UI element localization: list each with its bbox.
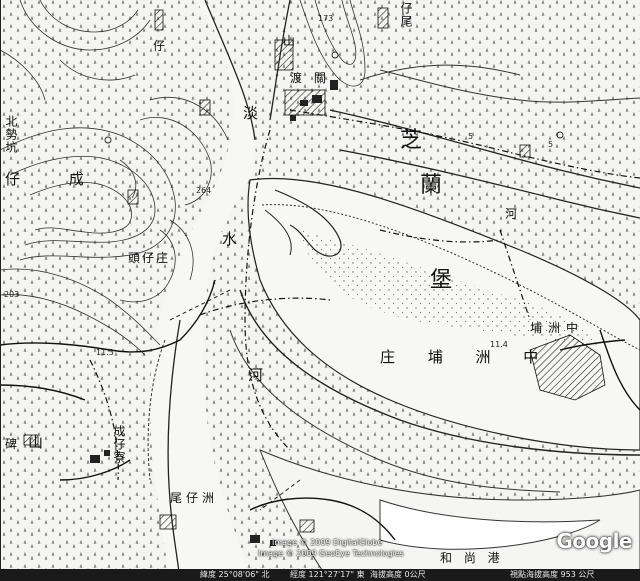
label-toutsaizhuang: 頭仔庄 — [128, 251, 171, 265]
label-lan: 蘭 — [420, 173, 443, 198]
label-bao: 堡 — [430, 268, 453, 293]
label-shui: 水 — [222, 230, 238, 248]
label-shan-left: 山 — [28, 433, 44, 451]
status-elevation: 海拔高度 0公尺 — [370, 570, 426, 579]
status-bar: 緯度 25°08'06" 北 經度 121°27'17" 東 海拔高度 0公尺 … — [0, 569, 640, 581]
label-zai-top: 仔 — [153, 39, 166, 53]
label-he-lower: 河 — [248, 366, 264, 384]
label-zaiwei-top: 仔尾 — [399, 2, 413, 28]
elevation-5: 5 — [548, 140, 554, 149]
credit-digitalglobe: Image © 2009 DigitalGlobe — [272, 538, 383, 547]
label-guandu: 渡 關 — [290, 71, 330, 85]
label-zhongzhoupu-zhuang: 庄 埔 洲 中 — [380, 348, 553, 366]
label-chengzaiyuan: 成仔寮 — [112, 425, 126, 464]
map-view[interactable]: 芝 蘭 堡 庄 埔 洲 中 埔洲中 水 淡 河 河 北勢坑 仔 成 頭仔庄 成仔… — [0, 0, 640, 581]
elevation-264: 264 — [196, 186, 212, 195]
topographic-map-artwork — [0, 0, 640, 581]
status-latitude: 緯度 25°08'06" 北 — [200, 570, 270, 579]
elevation-5b: 5 — [468, 132, 474, 141]
google-logo: Google — [556, 529, 632, 553]
credit-geoeye: Image © 2009 GeoEye Technologies — [258, 549, 404, 558]
label-qi: 碑 — [5, 437, 18, 451]
elevation-11-3: 11.3 — [96, 348, 114, 357]
label-he-upper: 河 — [505, 207, 518, 221]
label-beishikeng: 北勢坑 — [4, 115, 18, 154]
label-weizaizhou: 尾仔洲 — [170, 491, 219, 505]
elevation-173: 173 — [318, 14, 334, 23]
label-zhongzhoupu: 埔洲中 — [530, 321, 585, 335]
elevation-203: 203 — [4, 290, 20, 299]
label-zaicheng: 仔 成 — [5, 170, 106, 188]
label-shan-top: 山 — [283, 34, 296, 48]
label-heshanggang: 和 尚 港 — [440, 551, 504, 565]
status-longitude: 經度 121°27'17" 東 — [290, 570, 365, 579]
elevation-11-4: 11.4 — [490, 340, 508, 349]
label-zhi: 芝 — [400, 128, 423, 153]
label-dan: 淡 — [243, 104, 259, 122]
status-eye-altitude: 視點海拔高度 953 公尺 — [510, 570, 595, 579]
